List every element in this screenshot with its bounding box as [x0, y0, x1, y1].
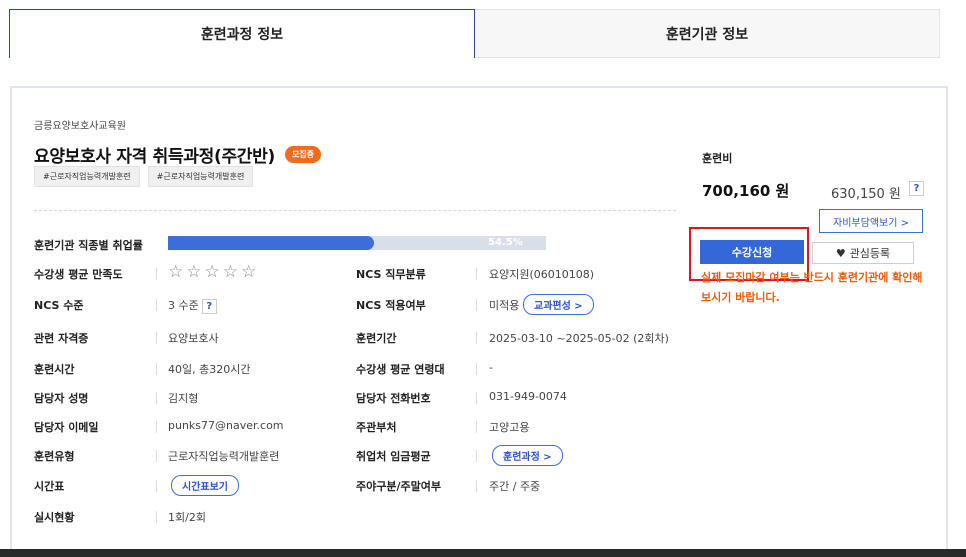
divider — [156, 332, 157, 344]
institution-name: 금릉요양보호사교육원 — [34, 121, 126, 132]
training-hours-value: 40일, 총320시간 — [168, 363, 251, 376]
divider — [476, 299, 477, 311]
ministry-label: 주관부처 — [356, 421, 397, 434]
employment-rate-label: 훈련기관 직종별 취업률 — [34, 239, 143, 252]
fee-label: 훈련비 — [702, 152, 733, 165]
view-schedule-button[interactable]: 시간표보기 — [171, 475, 239, 496]
training-course-button[interactable]: 훈련과정 > — [492, 445, 563, 466]
recruit-status-badge: 모집중 — [284, 146, 322, 163]
tag-item: #근로자직업능력개발훈련 — [147, 166, 254, 187]
bottom-edge — [0, 549, 966, 557]
divider — [156, 450, 157, 462]
tag-item: #근로자직업능력개발훈련 — [34, 166, 140, 187]
self-pay-button[interactable]: 자비부담액보기 > — [819, 209, 923, 233]
manager-email-value: punks77@naver.com — [168, 419, 284, 432]
tab-institution-info[interactable]: 훈련기관 정보 — [475, 9, 940, 58]
ncs-applied-label: NCS 적용여부 — [356, 299, 426, 312]
tab-bar: 훈련과정 정보 훈련기관 정보 — [9, 9, 940, 58]
ministry-value: 고양고용 — [489, 421, 530, 434]
course-tags: #근로자직업능력개발훈련 #근로자직업능력개발훈련 — [34, 166, 254, 187]
status-label: 실시현황 — [34, 511, 75, 524]
fee-amount: 700,160 원 — [702, 182, 790, 200]
ncs-category-value: 요양지원(06010108) — [489, 268, 595, 281]
age-value: - — [489, 361, 493, 374]
manager-name-value: 김지형 — [168, 392, 199, 405]
divider — [156, 363, 157, 375]
notice-text: 실제 모집마감 여부는 반드시 훈련기관에 확인해보시기 바랍니다. — [701, 271, 923, 304]
divider — [476, 480, 477, 492]
ncs-category-label: NCS 직무분류 — [356, 268, 426, 281]
employment-rate-value: 54.5% — [488, 237, 523, 248]
satisfaction-label: 수강생 평균 만족도 — [34, 268, 123, 281]
help-icon[interactable]: ? — [201, 298, 217, 314]
divider — [156, 421, 157, 433]
employment-rate-fill — [168, 236, 374, 250]
certificate-value: 요양보호사 — [168, 332, 219, 345]
curriculum-button[interactable]: 교과편성 > — [523, 294, 594, 315]
divider — [156, 511, 157, 523]
training-period-value: 2025-03-10 ~2025-05-02 (2회차) — [489, 332, 669, 345]
ncs-level-value-group: 3 수준? — [168, 297, 217, 314]
course-title-row: 요양보호사 자격 취득과정(주간반) 모집중 — [34, 142, 322, 167]
ncs-level-value: 3 수준 — [168, 299, 199, 312]
interest-button[interactable]: ♥ 관심등록 — [812, 242, 914, 264]
manager-email-label: 담당자 이메일 — [34, 421, 99, 434]
manager-phone-label: 담당자 전화번호 — [356, 392, 431, 405]
divider — [476, 268, 477, 280]
training-type-value: 근로자직업능력개발훈련 — [168, 450, 280, 463]
heart-icon: ♥ — [835, 246, 846, 260]
divider — [156, 392, 157, 404]
day-night-label: 주야구분/주말여부 — [356, 480, 441, 493]
status-value: 1회/2회 — [168, 511, 206, 524]
divider — [476, 363, 477, 375]
fee-help-icon[interactable]: ? — [909, 181, 924, 196]
satisfaction-stars-icon: ☆☆☆☆☆ — [168, 262, 260, 282]
divider — [34, 210, 676, 211]
day-night-value: 주간 / 주중 — [489, 480, 541, 493]
training-type-label: 훈련유형 — [34, 450, 75, 463]
wage-label: 취업처 임금평균 — [356, 450, 431, 463]
schedule-label: 시간표 — [34, 480, 65, 493]
divider — [476, 332, 477, 344]
age-label: 수강생 평균 연령대 — [356, 363, 445, 376]
ncs-level-label: NCS 수준 — [34, 299, 84, 312]
divider — [156, 480, 157, 492]
course-title: 요양보호사 자격 취득과정(주간반) — [34, 147, 275, 167]
divider — [156, 299, 157, 311]
training-period-label: 훈련기간 — [356, 332, 397, 345]
divider — [156, 268, 157, 280]
manager-name-label: 담당자 성명 — [34, 392, 89, 405]
manager-phone-value: 031-949-0074 — [489, 390, 567, 403]
interest-label: 관심등록 — [849, 247, 891, 260]
training-hours-label: 훈련시간 — [34, 363, 75, 376]
fee-support-amount: 630,150 원 — [831, 187, 901, 202]
certificate-label: 관련 자격증 — [34, 332, 89, 345]
ncs-applied-value: 미적용 — [489, 299, 520, 312]
divider — [476, 392, 477, 404]
divider — [476, 450, 477, 462]
employment-rate-bar: 54.5% — [168, 236, 546, 250]
divider — [476, 421, 477, 433]
tab-course-info[interactable]: 훈련과정 정보 — [9, 9, 475, 58]
